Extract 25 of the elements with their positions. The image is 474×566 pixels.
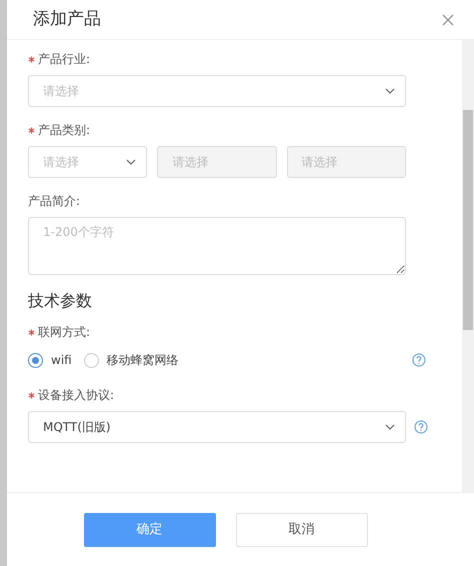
select-field[interactable]: 请选择 [28,75,406,107]
field-label: 产品行业: [38,51,90,68]
select-field[interactable]: 请选择 [28,146,148,178]
chevron-down-icon [385,424,395,430]
field-label: 设备接入协议: [38,387,114,404]
text-area[interactable]: 1-200个字符 [28,217,406,275]
field-label: 联网方式: [38,324,90,341]
cancel-button[interactable]: 取消 [236,512,368,546]
dialog-title: 添加产品 [33,8,101,31]
confirm-button[interactable]: 确定 [84,512,216,546]
help-icon[interactable] [414,420,428,434]
select-field[interactable]: MQTT(旧版) [28,411,406,443]
help-icon[interactable] [412,353,426,367]
close-icon[interactable] [442,14,454,26]
radio-button[interactable] [28,352,43,368]
field-label: 产品简介: [28,193,80,210]
field-label: 产品类别: [38,122,90,139]
chevron-down-icon [126,159,136,165]
radio-button[interactable] [84,352,99,368]
select-field: 请选择 [157,146,277,178]
chevron-down-icon [385,88,395,94]
select-field: 请选择 [286,146,406,178]
radio-label: 移动蜂窝网络 [106,352,179,369]
radio-label: wifi [51,352,72,369]
section-heading: 技术参数 [28,290,93,312]
